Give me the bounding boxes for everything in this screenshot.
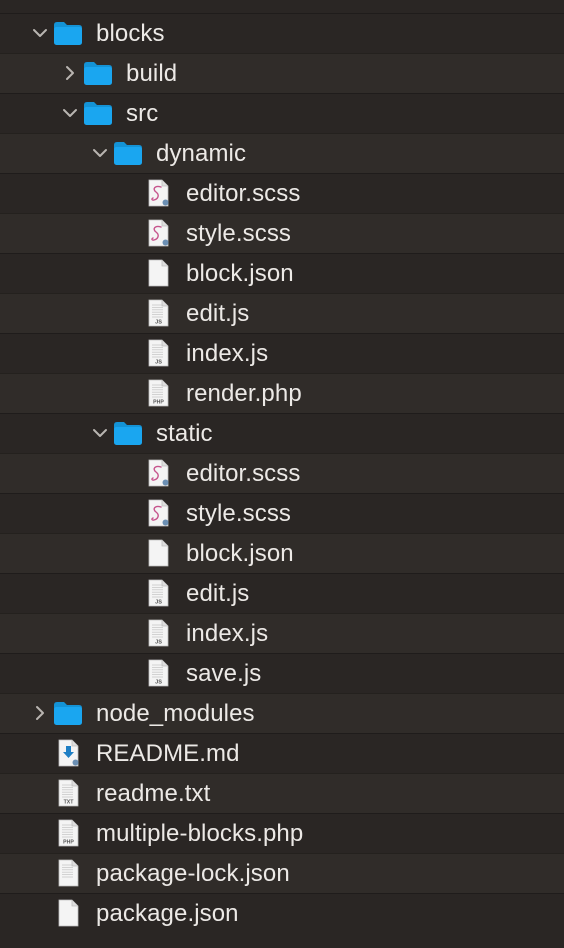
tree-item-label: multiple-blocks.php: [96, 820, 304, 847]
tree-row-folder[interactable]: static: [0, 413, 564, 453]
chevron-down-icon[interactable]: [92, 145, 108, 161]
js-file-icon: JS: [143, 659, 173, 687]
svg-text:JS: JS: [155, 320, 162, 326]
tree-row-file[interactable]: TXT readme.txt: [0, 773, 564, 813]
markdown-file-icon: [53, 739, 83, 767]
tree-item-label: save.js: [186, 660, 262, 687]
chevron-down-icon[interactable]: [92, 425, 108, 441]
tree-row-file[interactable]: JS edit.js: [0, 293, 564, 333]
tree-item-label: index.js: [186, 340, 269, 367]
json-file-icon: [53, 899, 83, 927]
tree-row-folder[interactable]: dynamic: [0, 133, 564, 173]
folder-icon: [113, 419, 143, 447]
tree-row-file[interactable]: PHP multiple-blocks.php: [0, 813, 564, 853]
tree-row-file[interactable]: editor.scss: [0, 173, 564, 213]
tree-row-file[interactable]: editor.scss: [0, 453, 564, 493]
tree-item-label: package-lock.json: [96, 860, 290, 887]
tree-row-folder[interactable]: blocks: [0, 13, 564, 53]
tree-item-label: dynamic: [156, 140, 247, 167]
tree-row-file[interactable]: PHP render.php: [0, 373, 564, 413]
folder-icon: [113, 139, 143, 167]
tree-row-folder[interactable]: build: [0, 53, 564, 93]
tree-row-file[interactable]: package-lock.json: [0, 853, 564, 893]
tree-item-label: static: [156, 420, 213, 447]
svg-text:JS: JS: [155, 640, 162, 646]
tree-item-label: README.md: [96, 740, 240, 767]
tree-item-label: style.scss: [186, 220, 292, 247]
tree-item-label: index.js: [186, 620, 269, 647]
js-file-icon: JS: [143, 579, 173, 607]
tree-row-folder[interactable]: src: [0, 93, 564, 133]
tree-item-label: block.json: [186, 540, 294, 567]
svg-text:PHP: PHP: [153, 400, 164, 406]
tree-row-file[interactable]: package.json: [0, 893, 564, 933]
tree-row-file[interactable]: style.scss: [0, 213, 564, 253]
tree-item-label: render.php: [186, 380, 302, 407]
tree-item-label: block.json: [186, 260, 294, 287]
chevron-right-icon[interactable]: [32, 705, 48, 721]
chevron-right-icon[interactable]: [62, 65, 78, 81]
scss-file-icon: [143, 219, 173, 247]
chevron-down-icon[interactable]: [32, 25, 48, 41]
folder-icon: [83, 59, 113, 87]
svg-text:JS: JS: [155, 360, 162, 366]
tree-item-label: build: [126, 60, 178, 87]
text-file-icon: TXT: [53, 779, 83, 807]
tree-row-folder[interactable]: node_modules: [0, 693, 564, 733]
folder-icon: [83, 99, 113, 127]
tree-row-file[interactable]: JS edit.js: [0, 573, 564, 613]
tree-item-label: editor.scss: [186, 180, 301, 207]
tree-item-label: editor.scss: [186, 460, 301, 487]
tree-item-label: edit.js: [186, 580, 250, 607]
tree-row-file[interactable]: JS index.js: [0, 613, 564, 653]
scss-file-icon: [143, 459, 173, 487]
tree-item-label: style.scss: [186, 500, 292, 527]
tree-item-label: src: [126, 100, 159, 127]
folder-icon: [53, 19, 83, 47]
scss-file-icon: [143, 499, 173, 527]
folder-icon: [53, 699, 83, 727]
tree-item-label: blocks: [96, 20, 165, 47]
js-file-icon: JS: [143, 619, 173, 647]
js-file-icon: JS: [143, 339, 173, 367]
scss-file-icon: [143, 179, 173, 207]
tree-item-label: package.json: [96, 900, 239, 927]
js-file-icon: JS: [143, 299, 173, 327]
tree-row-file[interactable]: README.md: [0, 733, 564, 773]
json-file-icon: [53, 859, 83, 887]
svg-text:JS: JS: [155, 600, 162, 606]
svg-text:TXT: TXT: [64, 800, 75, 806]
json-file-icon: [143, 539, 173, 567]
svg-text:JS: JS: [155, 680, 162, 686]
php-file-icon: PHP: [143, 379, 173, 407]
tree-row-file[interactable]: block.json: [0, 253, 564, 293]
tree-item-label: node_modules: [96, 700, 255, 727]
svg-text:PHP: PHP: [63, 840, 74, 846]
chevron-down-icon[interactable]: [62, 105, 78, 121]
php-file-icon: PHP: [53, 819, 83, 847]
tree-row-file[interactable]: JS save.js: [0, 653, 564, 693]
tree-item-label: edit.js: [186, 300, 250, 327]
json-file-icon: [143, 259, 173, 287]
tree-row-file[interactable]: style.scss: [0, 493, 564, 533]
tree-item-label: readme.txt: [96, 780, 211, 807]
tree-row-file[interactable]: JS index.js: [0, 333, 564, 373]
file-tree: blocks build src dynamic editor.scss style.sc…: [0, 0, 564, 948]
tree-row-file[interactable]: block.json: [0, 533, 564, 573]
